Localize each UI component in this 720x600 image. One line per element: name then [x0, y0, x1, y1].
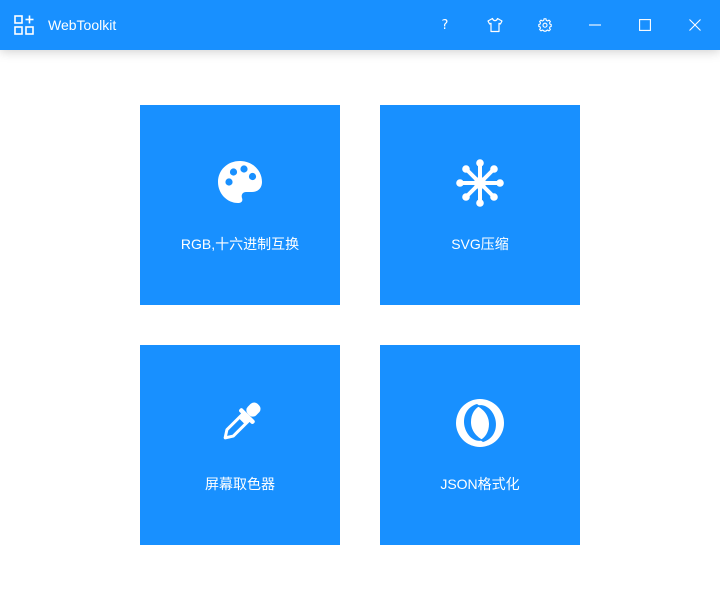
minimize-icon — [589, 24, 601, 26]
maximize-button[interactable] — [620, 0, 670, 50]
tool-tile-rgb-hex[interactable]: RGB,十六进制互换 — [140, 105, 340, 305]
tool-tile-json-format[interactable]: JSON格式化 — [380, 345, 580, 545]
asterisk-icon — [456, 159, 504, 207]
app-title: WebToolkit — [48, 17, 117, 33]
tool-tile-svg-compress[interactable]: SVG压缩 — [380, 105, 580, 305]
help-button[interactable]: ? — [420, 0, 470, 50]
tool-label: 屏幕取色器 — [205, 476, 275, 492]
tool-label: RGB,十六进制互换 — [180, 236, 300, 252]
title-bar[interactable]: WebToolkit ? — [0, 0, 720, 50]
skin-button[interactable] — [470, 0, 520, 50]
question-icon: ? — [441, 17, 449, 33]
tool-label: JSON格式化 — [440, 476, 520, 492]
tshirt-icon — [487, 17, 503, 33]
eyedropper-icon — [223, 402, 261, 440]
json-logo-icon — [456, 399, 504, 447]
palette-icon — [218, 161, 262, 203]
close-icon — [689, 19, 701, 31]
close-button[interactable] — [670, 0, 720, 50]
minimize-button[interactable] — [570, 0, 620, 50]
gear-icon — [538, 18, 552, 32]
maximize-icon — [639, 19, 651, 31]
tool-tile-color-picker[interactable]: 屏幕取色器 — [140, 345, 340, 545]
tool-label: SVG压缩 — [451, 236, 509, 252]
settings-button[interactable] — [520, 0, 570, 50]
apps-grid-plus-icon — [14, 15, 34, 35]
